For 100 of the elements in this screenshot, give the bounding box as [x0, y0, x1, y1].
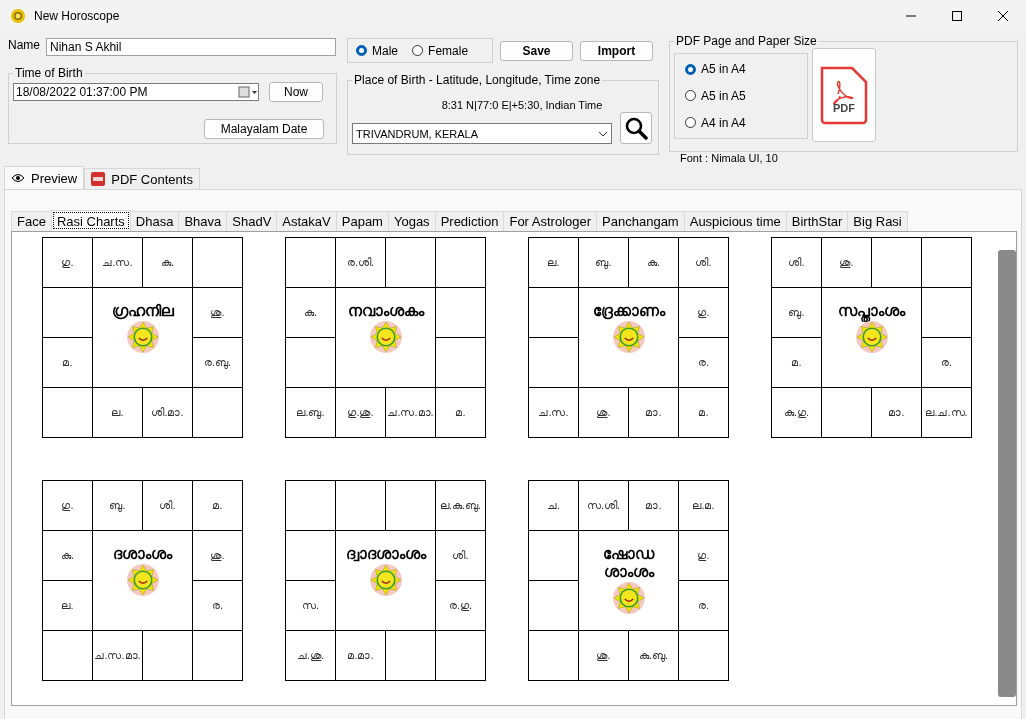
- chart-tab[interactable]: AstakaV: [276, 211, 337, 231]
- chart-title: ഗ്രഹനില: [110, 302, 175, 320]
- close-icon: [998, 11, 1008, 21]
- chart-cell: ര.: [922, 338, 971, 387]
- chart-cell: മാ.: [629, 388, 678, 437]
- gender-radio[interactable]: Male: [356, 43, 399, 58]
- chart-cell: ര.: [193, 581, 242, 630]
- chart-cell: ര.: [679, 338, 728, 387]
- chart-cell: ബു.: [93, 481, 142, 530]
- chart-tab[interactable]: Face: [11, 211, 52, 231]
- sun-icon: [125, 563, 160, 597]
- group-title: Place of Birth - Latitude, Longitude, Time zone: [353, 73, 602, 87]
- chart-tab[interactable]: Yogas: [387, 211, 436, 231]
- size-radio[interactable]: A5 in A4: [685, 62, 798, 77]
- chart-cell: ഗു.: [43, 238, 92, 287]
- chart-cell: കു.: [286, 288, 335, 337]
- chart-title: നവാംശകം: [346, 302, 426, 320]
- chart-cell: സ.ശി.: [579, 481, 628, 530]
- chart-tab[interactable]: Prediction: [434, 211, 505, 231]
- group-title: PDF Page and Paper Size: [675, 34, 818, 48]
- chart-cell: ശി.മാ.: [143, 388, 192, 437]
- chart-cell: ശി.: [679, 238, 728, 287]
- chart-cell: ല.മ.: [679, 481, 728, 530]
- malayalam-date-button[interactable]: Malayalam Date: [204, 119, 325, 139]
- chart-tab[interactable]: For Astrologer: [503, 211, 598, 231]
- chart-cell: ശി.: [436, 531, 485, 580]
- chart-cell: ര.ശി.: [336, 238, 385, 287]
- chart-cell: കു.: [43, 531, 92, 580]
- chart-cell: കു.ഗു.: [772, 388, 821, 437]
- sun-icon: [611, 320, 646, 354]
- scrollbar-thumb[interactable]: [998, 250, 1016, 697]
- chart-cell: ശി.: [143, 481, 192, 530]
- size-radio[interactable]: A5 in A5: [685, 89, 798, 103]
- chart-cell: മ.: [679, 388, 728, 437]
- chart-tab[interactable]: Big Rasi: [847, 211, 908, 231]
- chart-cell: ല.: [93, 388, 142, 437]
- now-button[interactable]: Now: [269, 82, 323, 102]
- chart-cell: ശു.: [822, 238, 871, 287]
- chart-cell: ര.ബു.: [193, 338, 242, 387]
- chart-title: ദ്രേക്കാണം: [591, 302, 667, 320]
- chart-cell: ഗു.: [679, 531, 728, 580]
- chart-tab[interactable]: Dhasa: [129, 211, 180, 231]
- size-radio[interactable]: A4 in A4: [685, 115, 798, 130]
- search-button[interactable]: [620, 111, 653, 144]
- chart-tab[interactable]: Papam: [335, 211, 389, 231]
- pdf-button[interactable]: PDF: [812, 48, 877, 142]
- chart-title: ദ്വാദശാംശം: [344, 545, 428, 563]
- gender-radio[interactable]: Female: [412, 43, 469, 58]
- chart-cell: സ.: [286, 581, 335, 630]
- chart-tab[interactable]: BirthStar: [785, 211, 849, 231]
- chart-cell: ച.സ.മാ.: [93, 631, 142, 680]
- chart-cell: ച.ശു.: [286, 631, 335, 680]
- chart-tab[interactable]: Panchangam: [596, 211, 685, 231]
- chart-cell: ബു.: [579, 238, 628, 287]
- chart-cell: ഗു.: [679, 288, 728, 337]
- chart-cell: കു.: [143, 238, 192, 287]
- action-button[interactable]: Save: [500, 40, 574, 61]
- chart-cell: ല.: [43, 581, 92, 630]
- eye-icon: [11, 173, 25, 183]
- chart-cell: കു.ബു.: [629, 631, 678, 680]
- date-time-field[interactable]: 18/08/2022 01:37:00 PM: [13, 83, 259, 101]
- chart-cell: ശു.: [579, 631, 628, 680]
- coordinates-text: 8:31 N|77:0 E|+5:30, Indian Time: [441, 99, 603, 111]
- chart-cell: ഗു.ശു.: [336, 388, 385, 437]
- chart-cell: ര.ഗു.: [436, 581, 485, 630]
- chart-cell: ല.കു.ബു.: [436, 481, 485, 530]
- chart-cell: ഗു.: [43, 481, 92, 530]
- sun-icon: [611, 581, 646, 615]
- name-field[interactable]: Nihan S Akhil: [46, 38, 336, 56]
- name-label: Name: [8, 38, 40, 52]
- chart-tab[interactable]: Rasi Charts: [50, 210, 131, 231]
- sun-icon: [368, 320, 403, 354]
- chart-cell: കു.: [629, 238, 678, 287]
- chart-cell: ച.: [529, 481, 578, 530]
- chart-tab[interactable]: ShadV: [226, 211, 278, 231]
- chart-cell: ല.ച.സ.: [922, 388, 971, 437]
- window-title: New Horoscope: [34, 9, 121, 23]
- font-label: Font : Nimala UI, 10: [679, 151, 779, 164]
- chart-cell: ല.: [529, 238, 578, 287]
- chart-cell: ശു.: [193, 288, 242, 337]
- group-title: Time of Birth: [14, 66, 84, 80]
- chart-cell: ച.സ.: [93, 238, 142, 287]
- chart-cell: ച.സ.മാ.: [386, 388, 435, 437]
- place-dropdown[interactable]: TRIVANDRUM, KERALA: [352, 123, 613, 144]
- view-tab[interactable]: Preview: [4, 166, 85, 189]
- chart-title: ദശാംശം: [112, 545, 174, 563]
- chart-cell: മ.: [43, 338, 92, 387]
- chart-cell: ച.സ.: [529, 388, 578, 437]
- chart-tab[interactable]: Auspicious time: [683, 211, 787, 231]
- sun-icon: [10, 8, 26, 24]
- maximize-icon: [952, 11, 962, 21]
- chart-cell: ല.ബു.: [286, 388, 335, 437]
- chart-cell: ശു.: [579, 388, 628, 437]
- chart-cell: മാ.: [872, 388, 921, 437]
- calendar-icon: [238, 86, 258, 98]
- action-button[interactable]: Import: [580, 40, 654, 61]
- view-tab[interactable]: PDF Contents: [84, 168, 200, 189]
- chart-cell: മാ.: [629, 481, 678, 530]
- sun-icon: [368, 563, 403, 597]
- chart-tab[interactable]: Bhava: [178, 211, 228, 231]
